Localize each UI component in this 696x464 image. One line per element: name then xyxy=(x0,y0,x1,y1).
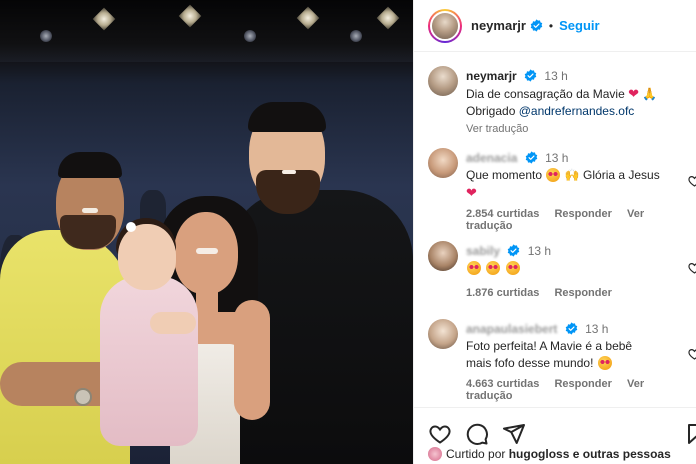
caption-translate-link[interactable]: Ver tradução xyxy=(466,123,672,135)
heart-eyes-emoji-icon xyxy=(597,356,612,370)
comment-reply-button[interactable]: Responder xyxy=(554,287,611,299)
comment-reply-button[interactable]: Responder xyxy=(554,208,611,220)
heart-icon[interactable] xyxy=(687,174,696,188)
caption-mention-link[interactable]: @andrefernandes.ofc xyxy=(519,104,635,118)
comment-time: 13 h xyxy=(585,322,609,336)
ceiling-spotlight xyxy=(244,30,256,42)
heart-icon[interactable] xyxy=(428,422,452,446)
heart-eyes-emoji-icon xyxy=(546,168,561,182)
verified-badge-icon xyxy=(508,244,520,257)
comment-text-continued: Glória a Jesus xyxy=(583,168,660,182)
comment-time: 13 h xyxy=(545,151,569,165)
comment-time: 13 h xyxy=(527,244,552,258)
heart-icon[interactable] xyxy=(687,261,696,275)
liked-by-user[interactable]: hugogloss xyxy=(509,447,570,461)
post-header: neymarjr • Seguir xyxy=(414,0,696,52)
caption-text: Dia de consagração da Mavie xyxy=(466,87,625,101)
comment-text: Que momento xyxy=(466,168,543,182)
caption-username[interactable]: neymarjr xyxy=(466,69,517,83)
liked-by-avatar xyxy=(428,447,442,461)
liked-by-prefix: Curtido por xyxy=(446,447,506,461)
comment-icon[interactable] xyxy=(465,422,489,446)
ceiling-spotlight xyxy=(350,30,362,42)
comment-avatar[interactable] xyxy=(428,241,458,271)
author-avatar[interactable] xyxy=(428,8,462,43)
comment-avatar[interactable] xyxy=(428,319,458,349)
comment-username[interactable]: sabily xyxy=(466,244,500,258)
comment-emojis xyxy=(466,260,672,277)
author-username[interactable]: neymarjr xyxy=(471,18,526,33)
verified-badge-icon xyxy=(524,69,537,82)
heart-eyes-emoji-icon xyxy=(486,261,501,275)
comment-reply-button[interactable]: Responder xyxy=(554,378,611,390)
comment-text: Foto perfeita! A Mavie é a bebê xyxy=(466,339,633,353)
comment-likes[interactable]: 1.876 curtidas xyxy=(466,287,539,299)
comment-likes[interactable]: 2.854 curtidas xyxy=(466,208,539,220)
comment-username[interactable]: adenacia xyxy=(466,151,517,165)
comment-username[interactable]: anapaulasiebert xyxy=(466,322,557,336)
post-sidebar: neymarjr • Seguir neymarjr 13 h Dia de c… xyxy=(413,0,696,464)
liked-by-summary[interactable]: Curtido por hugogloss e outras pessoas xyxy=(428,447,671,461)
verified-badge-icon xyxy=(565,322,578,335)
caption-avatar[interactable] xyxy=(428,66,458,96)
share-icon[interactable] xyxy=(502,422,526,446)
red-heart-emoji-icon: ❤ xyxy=(628,86,640,101)
caption-thanks: Obrigado xyxy=(466,104,516,118)
follow-button[interactable]: Seguir xyxy=(559,18,599,33)
praying-hands-emoji-icon: 🙏 xyxy=(642,87,658,101)
raising-hands-emoji-icon: 🙌 xyxy=(564,168,580,182)
caption-time: 13 h xyxy=(544,69,568,83)
post-photo[interactable] xyxy=(0,0,413,464)
liked-by-suffix[interactable]: e outras pessoas xyxy=(573,447,671,461)
red-heart-emoji-icon: ❤ xyxy=(466,185,477,200)
verified-badge-icon xyxy=(525,151,538,164)
comment-avatar[interactable] xyxy=(428,148,458,178)
verified-badge-icon xyxy=(530,19,543,32)
bookmark-icon[interactable] xyxy=(684,422,696,446)
heart-icon[interactable] xyxy=(687,347,696,361)
header-separator: • xyxy=(548,18,554,33)
comment-likes[interactable]: 4.663 curtidas xyxy=(466,378,539,390)
heart-eyes-emoji-icon xyxy=(505,261,520,275)
heart-eyes-emoji-icon xyxy=(467,261,481,275)
ceiling-spotlight xyxy=(40,30,52,42)
comment-text-continued: mais fofo desse mundo! xyxy=(466,356,594,370)
